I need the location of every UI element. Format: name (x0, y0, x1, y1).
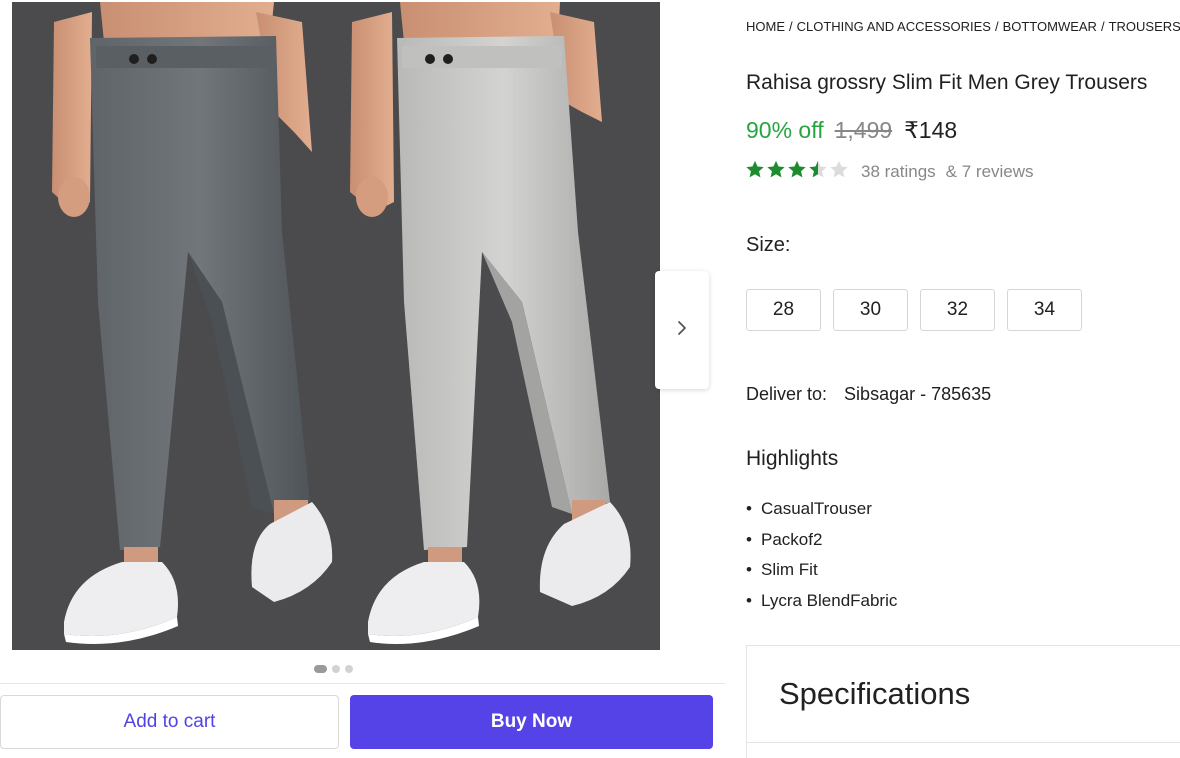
breadcrumb-separator: / (994, 19, 999, 34)
product-image[interactable] (12, 2, 660, 650)
star-icon (787, 160, 807, 184)
breadcrumb-item-trousers[interactable]: TROUSERS (1109, 19, 1180, 34)
size-option-34[interactable]: 34 (1007, 289, 1082, 331)
carousel-dot[interactable] (345, 665, 353, 673)
product-photo-illustration (12, 2, 660, 650)
carousel-indicator (314, 665, 353, 673)
action-bar: Add to cart Buy Now (0, 683, 725, 758)
size-option-32[interactable]: 32 (920, 289, 995, 331)
breadcrumb-item-clothing[interactable]: CLOTHING AND ACCESSORIES (797, 19, 991, 34)
divider (747, 742, 1180, 743)
half-star-icon (808, 160, 828, 184)
highlight-text: CasualTrouser (761, 499, 872, 519)
highlight-item: • Slim Fit (746, 555, 897, 586)
highlight-item: • Packof2 (746, 525, 897, 556)
chevron-right-icon (675, 320, 689, 341)
deliver-to-label: Deliver to: (746, 384, 828, 404)
bullet-icon: • (746, 560, 752, 580)
highlight-item: • CasualTrouser (746, 494, 897, 525)
original-price: 1,499 (834, 117, 893, 143)
breadcrumb: HOME / CLOTHING AND ACCESSORIES / BOTTOMWEAR… (746, 19, 1180, 34)
bullet-icon: • (746, 590, 752, 610)
breadcrumb-separator: / (1100, 19, 1105, 34)
carousel-next-button[interactable] (655, 271, 709, 389)
bullet-icon: • (746, 499, 752, 519)
specifications-heading: Specifications (779, 676, 971, 711)
breadcrumb-item-bottomwear[interactable]: BOTTOMWEAR (1003, 19, 1097, 34)
highlights-heading: Highlights (746, 447, 839, 470)
specifications-card[interactable]: Specifications (746, 645, 1180, 758)
highlights-list: • CasualTrouser • Packof2 • Slim Fit • Lycra… (746, 494, 897, 616)
highlight-text: Lycra BlendFabric (761, 590, 898, 610)
rating-row[interactable]: 38 ratings & 7 reviews (745, 160, 1034, 184)
delivery-pincode: Sibsagar - 785635 (844, 384, 992, 404)
empty-star-icon (829, 160, 849, 184)
selling-price: ₹148 (904, 117, 958, 143)
size-selector: 28 30 32 34 (746, 289, 1082, 331)
breadcrumb-separator: / (789, 19, 793, 34)
size-option-28[interactable]: 28 (746, 289, 821, 331)
reviews-count: & 7 reviews (945, 162, 1034, 181)
breadcrumb-item-home[interactable]: HOME (746, 19, 785, 34)
bullet-icon: • (746, 529, 752, 549)
buy-now-button[interactable]: Buy Now (350, 695, 713, 749)
star-icon (745, 160, 765, 184)
highlight-text: Slim Fit (761, 560, 818, 580)
star-rating (745, 160, 849, 184)
add-to-cart-button[interactable]: Add to cart (0, 695, 339, 749)
carousel-dot[interactable] (332, 665, 340, 673)
size-option-30[interactable]: 30 (833, 289, 908, 331)
product-title: Rahisa grossry Slim Fit Men Grey Trouser… (746, 71, 1148, 94)
star-icon (766, 160, 786, 184)
highlight-text: Packof2 (761, 529, 823, 549)
ratings-count: 38 ratings (861, 162, 936, 181)
delivery-location[interactable]: Deliver to: Sibsagar - 785635 (746, 384, 991, 405)
highlight-item: • Lycra BlendFabric (746, 586, 897, 617)
carousel-dot-active[interactable] (314, 665, 327, 673)
size-label: Size: (746, 234, 791, 256)
price-row: 90% off 1,499 ₹148 (746, 117, 957, 144)
discount-label: 90% off (746, 117, 824, 143)
